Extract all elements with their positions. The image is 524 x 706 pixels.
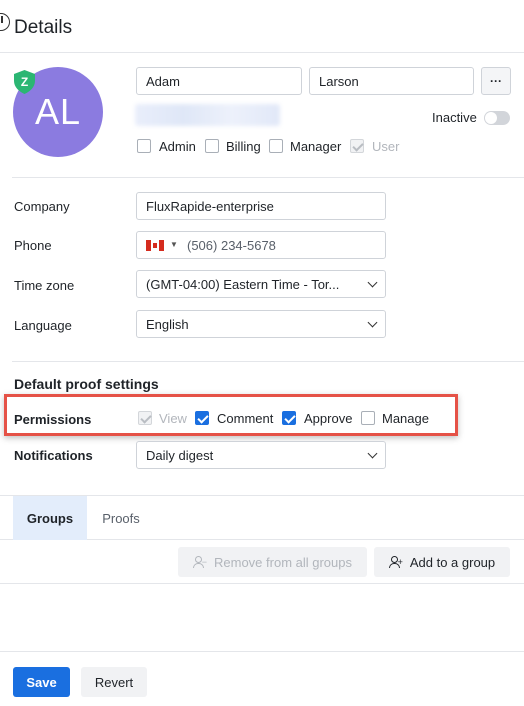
company-value: FluxRapide-enterprise <box>146 198 274 214</box>
view-label: View <box>159 411 187 426</box>
timezone-value: (GMT-04:00) Eastern Time - Tor... <box>146 276 340 292</box>
tabs-bar: Groups Proofs <box>0 495 524 540</box>
last-name-input[interactable]: Larson <box>309 67 474 95</box>
manage-label: Manage <box>382 411 429 426</box>
language-value: English <box>146 316 189 332</box>
approve-checkbox[interactable] <box>282 411 296 425</box>
billing-label: Billing <box>226 139 261 154</box>
chevron-down-icon <box>367 317 378 328</box>
remove-label: Remove from all groups <box>214 554 352 570</box>
comment-label: Comment <box>217 411 274 426</box>
add-to-group-button[interactable]: + Add to a group <box>374 547 510 577</box>
manage-checkbox[interactable] <box>361 411 375 425</box>
manager-label: Manager <box>290 139 342 154</box>
language-label: Language <box>14 318 72 333</box>
permissions-label: Permissions <box>14 412 92 427</box>
shield-icon: Z <box>14 70 35 94</box>
divider <box>0 583 524 584</box>
more-options-button[interactable]: ··· <box>481 67 511 95</box>
language-select[interactable]: English <box>136 310 386 338</box>
remove-user-icon: − <box>193 556 207 568</box>
notifications-value: Daily digest <box>146 447 214 463</box>
remove-from-all-groups-button[interactable]: − Remove from all groups <box>178 547 367 577</box>
revert-button[interactable]: Revert <box>81 667 147 697</box>
notifications-label: Notifications <box>14 448 93 463</box>
manager-checkbox[interactable] <box>269 139 283 153</box>
svg-text:Z: Z <box>21 75 28 89</box>
add-label: Add to a group <box>409 554 496 570</box>
phone-value: (506) 234-5678 <box>187 238 276 253</box>
timezone-select[interactable]: (GMT-04:00) Eastern Time - Tor... <box>136 270 386 298</box>
company-input[interactable]: FluxRapide-enterprise <box>136 192 386 220</box>
user-checkbox <box>350 139 364 153</box>
canada-flag-icon[interactable] <box>146 240 164 251</box>
notifications-select[interactable]: Daily digest <box>136 441 386 469</box>
admin-checkbox[interactable] <box>137 139 151 153</box>
billing-checkbox[interactable] <box>205 139 219 153</box>
timezone-label: Time zone <box>14 278 75 293</box>
first-name-input[interactable]: Adam <box>136 67 302 95</box>
tab-groups[interactable]: Groups <box>13 496 87 540</box>
last-name-value: Larson <box>319 73 359 89</box>
divider <box>12 361 524 362</box>
phone-input[interactable]: ▼ (506) 234-5678 <box>136 231 386 259</box>
back-icon[interactable] <box>0 13 10 31</box>
header-divider <box>0 52 524 53</box>
inactive-toggle[interactable] <box>484 111 510 125</box>
footer-divider <box>0 651 524 652</box>
comment-checkbox[interactable] <box>195 411 209 425</box>
chevron-down-icon <box>367 448 378 459</box>
first-name-value: Adam <box>146 73 180 89</box>
chevron-down-icon: ▼ <box>170 240 178 249</box>
divider <box>12 177 524 178</box>
page-title: Details <box>14 17 73 38</box>
add-user-icon: + <box>388 556 403 568</box>
avatar-initials: AL <box>34 91 82 132</box>
email-redacted <box>135 104 280 126</box>
section-title: Default proof settings <box>14 376 159 392</box>
phone-label: Phone <box>14 238 52 253</box>
user-label: User <box>372 139 400 154</box>
company-label: Company <box>14 199 70 214</box>
save-button[interactable]: Save <box>13 667 70 697</box>
tab-proofs[interactable]: Proofs <box>89 496 153 540</box>
approve-label: Approve <box>304 411 353 426</box>
inactive-label: Inactive <box>432 110 477 125</box>
view-checkbox <box>138 411 152 425</box>
admin-label: Admin <box>159 139 196 154</box>
chevron-down-icon <box>367 277 378 288</box>
